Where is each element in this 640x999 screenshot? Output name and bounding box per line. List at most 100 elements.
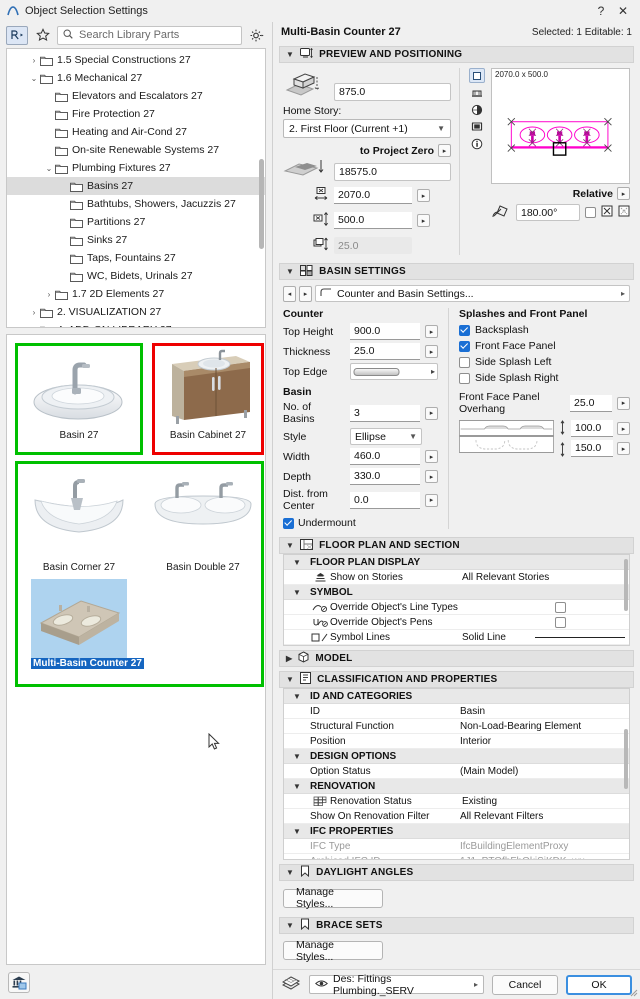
elevation-field[interactable]: 875.0 bbox=[334, 83, 451, 101]
relative-stepper[interactable]: ▸ bbox=[617, 187, 630, 200]
thumb-cell-basin[interactable]: Basin 27 bbox=[18, 346, 140, 441]
dist-from-center-field[interactable]: 0.0 bbox=[350, 491, 420, 509]
front-face-panel-checkbox[interactable] bbox=[459, 340, 470, 352]
list-item-row[interactable]: Position Interior bbox=[284, 734, 629, 749]
chevron-right-icon[interactable]: › bbox=[28, 56, 40, 65]
section-header-classification[interactable]: ▼ CLASSIFICATION AND PROPERTIES bbox=[279, 671, 634, 688]
list-group-row[interactable]: ▼ FLOOR PLAN DISPLAY bbox=[284, 555, 629, 570]
list-item-row[interactable]: Show On Renovation Filter All Relevant Fi… bbox=[284, 809, 629, 824]
chevron-right-icon[interactable]: › bbox=[43, 290, 55, 299]
line-preview-swatch[interactable] bbox=[535, 636, 625, 638]
library-tree[interactable]: › 1.5 Special Constructions 27 ⌄ 1.6 Mechan… bbox=[6, 48, 266, 328]
top-height-field[interactable]: 900.0 bbox=[350, 323, 420, 340]
width-stepper[interactable]: ▸ bbox=[417, 189, 430, 202]
project-zero-field[interactable]: 18575.0 bbox=[334, 163, 451, 181]
side-splash-right-checkbox[interactable] bbox=[459, 372, 470, 384]
side-splash-left-checkbox[interactable] bbox=[459, 356, 470, 368]
width-field[interactable]: 2070.0 bbox=[334, 187, 412, 204]
mirror-grid-icon[interactable] bbox=[618, 205, 630, 220]
basin-depth-stepper[interactable]: ▸ bbox=[425, 470, 438, 483]
panel-height-stepper[interactable]: ▸ bbox=[617, 422, 630, 435]
section-header-floorplan[interactable]: ▼ FLOOR PLAN AND SECTION bbox=[279, 537, 634, 554]
panel-depth-field[interactable]: 150.0 bbox=[571, 440, 613, 457]
list-item-row[interactable]: Symbol Line Pen0.18 mm4 bbox=[284, 645, 629, 646]
list-item-row[interactable]: IFC Type IfcBuildingElementProxy bbox=[284, 839, 629, 854]
list-item-row[interactable]: Override Object's Pens bbox=[284, 615, 629, 630]
list-item-row[interactable]: Show on Stories All Relevant Stories bbox=[284, 570, 629, 585]
floorplan-list[interactable]: ▼ FLOOR PLAN DISPLAY Show on Stories All Re… bbox=[283, 554, 630, 646]
settings-scroll-area[interactable]: ▼ PREVIEW AND POSITIONING 875.0 Home Sto… bbox=[273, 42, 640, 969]
tree-item[interactable]: › 4. ADD-ON LIBRARY 27 bbox=[7, 321, 265, 328]
tree-item[interactable]: Partitions 27 bbox=[7, 213, 265, 231]
help-button[interactable]: ? bbox=[590, 1, 612, 21]
layer-select[interactable]: Des: Fittings Plumbing._SERV ▸ bbox=[309, 973, 484, 997]
basin-width-stepper[interactable]: ▸ bbox=[425, 450, 438, 463]
tree-item[interactable]: ⌄ 1.6 Mechanical 27 bbox=[7, 69, 265, 87]
dist-from-center-stepper[interactable]: ▸ bbox=[425, 493, 438, 507]
chevron-down-icon[interactable]: ▼ bbox=[284, 588, 310, 597]
backsplash-checkbox[interactable] bbox=[459, 324, 470, 336]
close-button[interactable]: ✕ bbox=[612, 1, 634, 21]
tree-item[interactable]: ⌄ Plumbing Fixtures 27 bbox=[7, 159, 265, 177]
panel-height-field[interactable]: 100.0 bbox=[571, 420, 613, 437]
no-of-basins-field[interactable]: 3 bbox=[350, 404, 420, 422]
list-group-row[interactable]: ▼ ID AND CATEGORIES bbox=[284, 689, 629, 704]
thumb-cell-basin-corner[interactable]: Basin Corner 27 bbox=[21, 466, 137, 573]
home-story-select[interactable]: 2. First Floor (Current +1) ▼ bbox=[283, 119, 451, 138]
floorplan-scrollbar[interactable] bbox=[624, 559, 628, 611]
section-header-preview[interactable]: ▼ PREVIEW AND POSITIONING bbox=[279, 46, 634, 63]
chevron-left-icon[interactable]: ◂ bbox=[283, 285, 296, 302]
style-select[interactable]: Ellipse ▼ bbox=[350, 428, 422, 445]
library-browse-icon[interactable] bbox=[6, 25, 28, 45]
top-edge-select[interactable]: ▸ bbox=[350, 363, 438, 380]
depth-field[interactable]: 500.0 bbox=[334, 212, 412, 229]
chevron-down-icon[interactable]: ▼ bbox=[284, 782, 310, 791]
chevron-down-icon[interactable]: ▼ bbox=[284, 692, 310, 701]
basin-depth-field[interactable]: 330.0 bbox=[350, 468, 420, 485]
list-item-row[interactable]: ID Basin bbox=[284, 704, 629, 719]
mirror-checkbox[interactable] bbox=[585, 207, 596, 218]
counter-thickness-field[interactable]: 25.0 bbox=[350, 343, 420, 360]
info-icon[interactable] bbox=[469, 136, 485, 151]
list-group-row[interactable]: ▼ SYMBOL bbox=[284, 585, 629, 600]
list-item-row[interactable]: Symbol Lines Solid Line bbox=[284, 630, 629, 645]
preview-canvas[interactable]: 2070.0 x 500.0 bbox=[491, 68, 630, 184]
section-header-daylight[interactable]: ▼ DAYLIGHT ANGLES bbox=[279, 864, 634, 881]
tree-item[interactable]: › 1.5 Special Constructions 27 bbox=[7, 51, 265, 69]
search-input[interactable] bbox=[77, 28, 236, 42]
list-item-row[interactable]: Option Status (Main Model) bbox=[284, 764, 629, 779]
thumb-cell-basin-cabinet[interactable]: Basin Cabinet 27 bbox=[155, 346, 261, 441]
list-item-row[interactable]: Structural Function Non-Load-Bearing Elem… bbox=[284, 719, 629, 734]
chevron-down-icon[interactable]: ⌄ bbox=[43, 164, 55, 173]
layers-icon[interactable] bbox=[281, 975, 301, 994]
library-thumbnail-grid[interactable]: Basin 27 Basin Cabinet 27 Basin Corner 2… bbox=[6, 334, 266, 965]
list-group-row[interactable]: ▼ DESIGN OPTIONS bbox=[284, 749, 629, 764]
top-height-stepper[interactable]: ▸ bbox=[425, 325, 438, 338]
section-header-model[interactable]: ▶ MODEL bbox=[279, 650, 634, 667]
list-row-checkbox[interactable] bbox=[555, 601, 566, 613]
depth-stepper[interactable]: ▸ bbox=[417, 214, 430, 227]
search-input-wrapper[interactable] bbox=[57, 25, 242, 45]
tree-item[interactable]: WC, Bidets, Urinals 27 bbox=[7, 267, 265, 285]
tree-item[interactable]: Sinks 27 bbox=[7, 231, 265, 249]
section-header-brace[interactable]: ▼ BRACE SETS bbox=[279, 916, 634, 934]
tree-item[interactable]: Fire Protection 27 bbox=[7, 105, 265, 123]
section-header-basin[interactable]: ▼ BASIN SETTINGS bbox=[279, 263, 634, 280]
project-zero-stepper[interactable]: ▸ bbox=[438, 144, 451, 157]
list-group-row[interactable]: ▼ IFC PROPERTIES bbox=[284, 824, 629, 839]
section-icon[interactable] bbox=[469, 119, 485, 134]
tree-item[interactable]: Basins 27 bbox=[7, 177, 265, 195]
chevron-right-icon[interactable]: ▸ bbox=[299, 285, 312, 302]
daylight-manage-styles-button[interactable]: Manage Styles... bbox=[283, 886, 383, 910]
2d-symbol-icon[interactable] bbox=[469, 68, 485, 83]
overhang-field[interactable]: 25.0 bbox=[570, 394, 612, 412]
thumb-cell-multi-basin-counter[interactable]: Multi-Basin Counter 27 bbox=[31, 579, 144, 669]
tree-item[interactable]: › 1.7 2D Elements 27 bbox=[7, 285, 265, 303]
chevron-down-icon[interactable]: ⌄ bbox=[28, 74, 40, 83]
embedded-library-icon[interactable] bbox=[8, 972, 30, 993]
resize-grip[interactable] bbox=[628, 987, 638, 997]
tree-scrollbar[interactable] bbox=[259, 159, 264, 249]
chevron-right-icon[interactable]: › bbox=[28, 326, 40, 328]
chevron-down-icon[interactable]: ▼ bbox=[284, 752, 310, 761]
chevron-down-icon[interactable]: ▼ bbox=[284, 827, 310, 836]
